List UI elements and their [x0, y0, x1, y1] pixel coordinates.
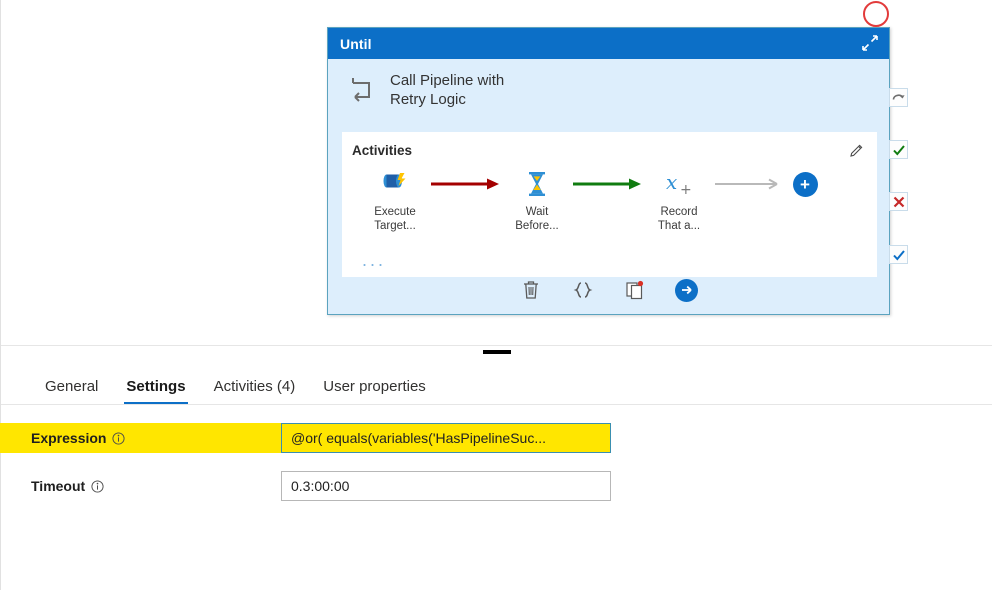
svg-text:x: x — [666, 170, 677, 194]
connector-arrow-success — [568, 169, 648, 199]
info-icon[interactable] — [112, 431, 126, 445]
connector-success-icon[interactable] — [889, 140, 908, 159]
flow-node-execute-pipeline[interactable]: Execute Target... — [364, 169, 426, 233]
until-card-toolbar — [328, 270, 889, 310]
until-card-title: Until — [340, 35, 372, 52]
tab-user-properties[interactable]: User properties — [309, 378, 440, 404]
collapse-diagonal-icon[interactable] — [857, 30, 883, 56]
connector-completion-icon[interactable] — [889, 245, 908, 264]
svg-text:+: + — [680, 182, 692, 198]
timeout-label: Timeout — [31, 478, 86, 494]
connector-arrow-failure — [426, 169, 506, 199]
tab-general[interactable]: General — [31, 378, 112, 404]
info-icon[interactable] — [91, 479, 104, 493]
activities-label: Activities — [352, 143, 413, 158]
activity-flow-row: Execute Target... Wait Before... x + Rec… — [342, 159, 877, 233]
until-card-header: Until — [328, 28, 889, 59]
connector-arrow-completion — [710, 169, 790, 199]
timeout-input[interactable]: 0.3:00:00 — [281, 471, 611, 501]
execute-pipeline-icon — [380, 169, 410, 199]
panel-splitter[interactable] — [1, 345, 992, 363]
properties-pane: General Settings Activities (4) User pro… — [0, 363, 992, 590]
tab-settings[interactable]: Settings — [112, 378, 199, 404]
until-activity-card[interactable]: Until Call Pipeline with Retry Logic Act… — [327, 27, 890, 315]
properties-tabs: General Settings Activities (4) User pro… — [1, 363, 992, 405]
code-view-icon[interactable] — [571, 277, 595, 303]
splitter-drag-handle[interactable] — [482, 350, 511, 354]
until-card-identity: Call Pipeline with Retry Logic — [328, 59, 889, 119]
run-icon[interactable] — [675, 278, 698, 302]
activities-subpanel: Activities Execute Target... Wait Before… — [342, 132, 877, 277]
expression-input[interactable]: @or( equals(variables('HasPipelineSuc... — [281, 423, 611, 453]
activity-editor-root: Until Call Pipeline with Retry Logic Act… — [0, 0, 992, 590]
timeout-field-row: Timeout 0.3:00:00 — [1, 471, 992, 501]
expression-label: Expression — [31, 430, 107, 446]
flow-node-label: Execute Target... — [374, 206, 416, 233]
delete-icon[interactable] — [519, 277, 543, 303]
flow-node-set-variable[interactable]: x + Record That a... — [648, 169, 710, 233]
add-activity-button[interactable]: + — [790, 169, 820, 199]
flow-node-label: Record That a... — [657, 206, 701, 233]
connector-failure-icon[interactable] — [889, 192, 908, 211]
add-activity-plus-icon[interactable]: + — [792, 171, 818, 197]
until-activity-name: Call Pipeline with Retry Logic — [390, 71, 505, 108]
pipeline-canvas[interactable]: Until Call Pipeline with Retry Logic Act… — [1, 0, 992, 345]
connector-retry-icon[interactable] — [889, 88, 908, 107]
flow-node-label: Wait Before... — [515, 206, 559, 233]
expression-field-row: Expression @or( equals(variables('HasPip… — [0, 423, 992, 453]
red-circle-highlight-annotation — [863, 1, 889, 27]
wait-hourglass-icon — [524, 169, 550, 199]
clone-icon[interactable] — [623, 277, 647, 303]
tab-activities[interactable]: Activities (4) — [200, 378, 310, 404]
expression-label-wrap: Expression — [0, 423, 281, 453]
pencil-icon[interactable] — [848, 142, 865, 159]
more-activities-ellipsis[interactable]: ... — [362, 251, 386, 269]
flow-node-wait[interactable]: Wait Before... — [506, 169, 568, 233]
activities-subpanel-header: Activities — [342, 132, 877, 159]
until-loop-icon — [342, 73, 376, 107]
set-variable-icon: x + — [662, 169, 696, 199]
timeout-label-wrap: Timeout — [1, 471, 281, 501]
